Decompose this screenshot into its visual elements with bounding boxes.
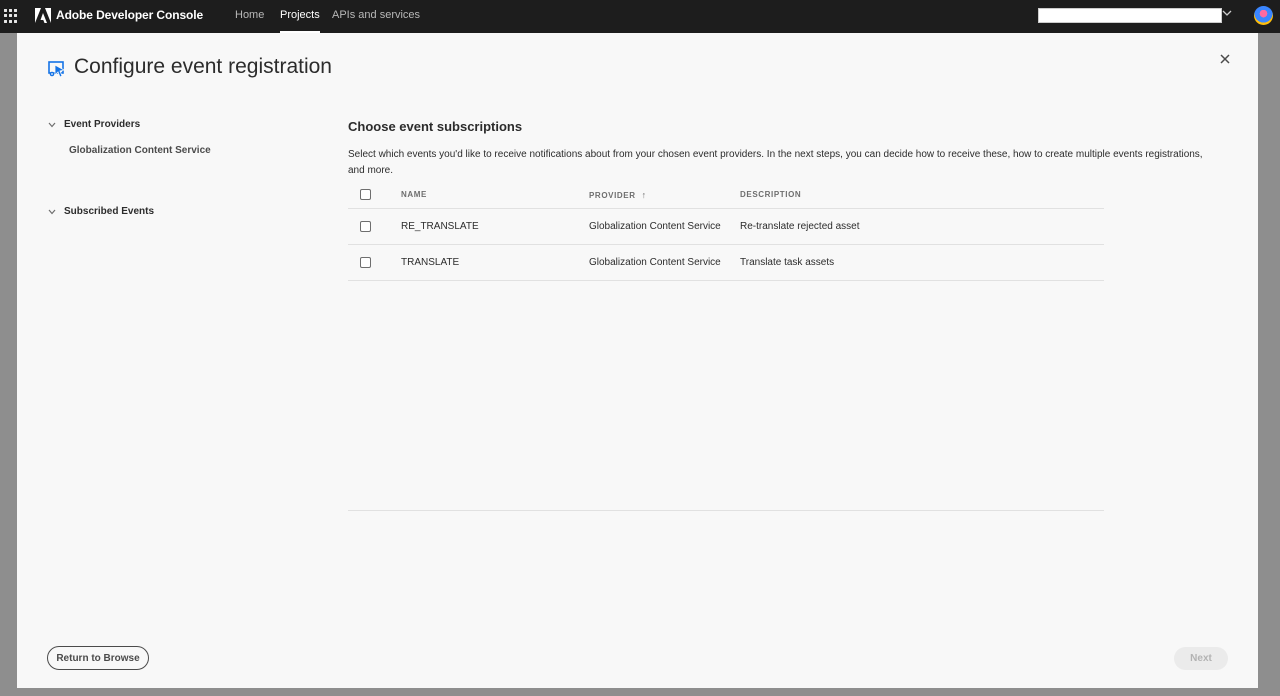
event-provider: Globalization Content Service xyxy=(589,221,721,232)
column-header-provider-label: PROVIDER xyxy=(589,191,636,200)
table-header: NAME PROVIDER ↑ DESCRIPTION xyxy=(348,181,1104,209)
return-to-browse-button[interactable]: Return to Browse xyxy=(47,646,149,670)
select-all-checkbox[interactable] xyxy=(360,189,371,200)
org-selector[interactable] xyxy=(1038,8,1222,23)
table-bottom-divider xyxy=(348,510,1104,511)
row-checkbox[interactable] xyxy=(360,257,371,268)
top-navigation-bar: Adobe Developer Console Home Projects AP… xyxy=(0,0,1280,33)
event-description: Translate task assets xyxy=(740,257,835,268)
nav-apis-and-services[interactable]: APIs and services xyxy=(332,0,420,33)
sidebar-section-label: Subscribed Events xyxy=(64,206,155,217)
sidebar-section-subscribed-events[interactable]: Subscribed Events xyxy=(48,206,154,217)
sidebar-item-globalization-content-service[interactable]: Globalization Content Service xyxy=(69,145,211,156)
apps-grid-icon[interactable] xyxy=(4,9,18,23)
nav-home[interactable]: Home xyxy=(235,0,264,33)
row-checkbox[interactable] xyxy=(360,221,371,232)
adobe-logo-icon[interactable] xyxy=(35,8,51,23)
dialog-title: Configure event registration xyxy=(74,55,332,78)
table-row[interactable]: TRANSLATE Globalization Content Service … xyxy=(348,245,1104,281)
column-header-name[interactable]: NAME xyxy=(401,190,427,199)
section-description: Select which events you'd like to receiv… xyxy=(348,149,1203,176)
close-icon[interactable] xyxy=(1218,52,1232,66)
nav-projects[interactable]: Projects xyxy=(280,0,320,33)
sort-ascending-icon: ↑ xyxy=(641,190,647,200)
sidebar-section-event-providers[interactable]: Event Providers xyxy=(48,119,140,130)
column-header-provider[interactable]: PROVIDER ↑ xyxy=(589,190,647,200)
section-title: Choose event subscriptions xyxy=(348,119,523,134)
user-avatar[interactable] xyxy=(1254,6,1273,25)
column-header-description[interactable]: DESCRIPTION xyxy=(740,190,801,199)
sidebar-section-label: Event Providers xyxy=(64,119,141,130)
next-button[interactable]: Next xyxy=(1174,647,1228,670)
event-name: TRANSLATE xyxy=(401,257,460,268)
event-name: RE_TRANSLATE xyxy=(401,221,479,232)
event-registration-icon xyxy=(48,61,66,78)
events-table: NAME PROVIDER ↑ DESCRIPTION RE_TRANSLATE … xyxy=(348,181,1104,281)
table-row[interactable]: RE_TRANSLATE Globalization Content Servi… xyxy=(348,209,1104,245)
configure-event-registration-dialog: Configure event registration Event Provi… xyxy=(17,33,1258,688)
chevron-down-icon xyxy=(48,209,56,214)
chevron-down-icon[interactable] xyxy=(1222,8,1232,18)
brand-name[interactable]: Adobe Developer Console xyxy=(56,8,203,22)
chevron-down-icon xyxy=(48,122,56,127)
event-description: Re-translate rejected asset xyxy=(740,221,860,232)
event-provider: Globalization Content Service xyxy=(589,257,721,268)
